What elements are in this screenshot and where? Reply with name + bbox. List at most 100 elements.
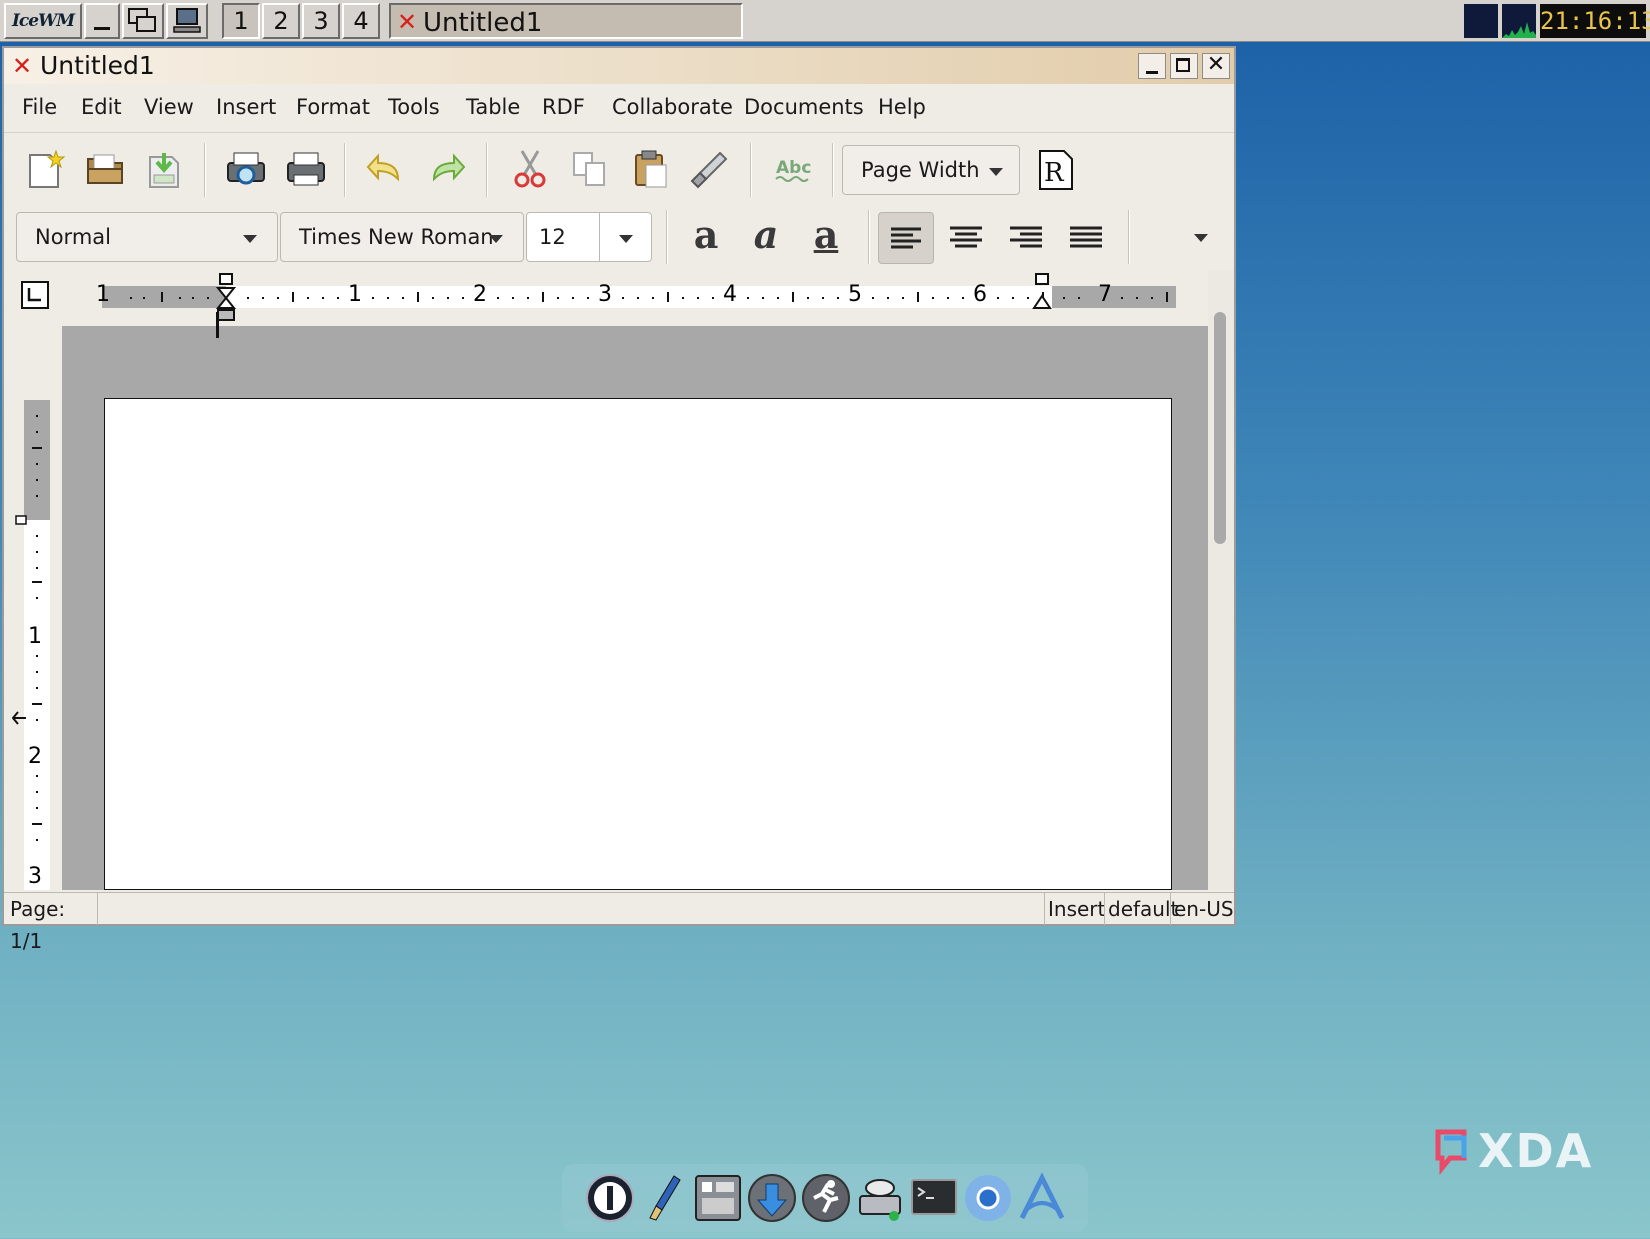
document-area[interactable]: 1 1 2 3 4 5 6 7 1 2 3 [11,270,1208,897]
menu-file[interactable]: File [22,92,57,122]
toolbar-separator [204,143,206,197]
font-size-value[interactable]: 12 [539,225,566,249]
ruler-label: 1 [348,282,362,307]
minimize-icon [94,27,110,30]
window-titlebar[interactable]: ✕ Untitled1 ✕ [4,48,1234,84]
font-size-combo[interactable]: 12 [526,212,652,262]
menu-bar: File Edit View Insert Format Tools Table… [4,84,1234,132]
paint-brush-icon[interactable] [638,1172,690,1224]
style-dropdown[interactable]: Normal [16,212,278,262]
maximize-icon [1176,58,1190,72]
undo-icon[interactable] [364,147,408,191]
toolbar-separator [750,143,752,197]
save-icon[interactable] [142,147,186,191]
align-center-button[interactable] [938,212,994,264]
task-title: Untitled1 [423,8,543,38]
ruler-label: 3 [598,282,612,307]
redo-icon[interactable] [424,147,468,191]
workspace-3-button[interactable]: 3 [302,3,340,39]
chevron-down-icon[interactable] [619,235,633,243]
menu-insert[interactable]: Insert [216,92,276,122]
bold-icon: a [693,212,719,257]
justify-icon [1070,226,1102,248]
cpu-monitor-icon[interactable] [1502,4,1536,38]
zoom-dropdown[interactable]: Page Width [842,145,1020,195]
italic-button[interactable]: a [738,210,794,264]
vertical-ruler-scale [11,400,50,897]
window-list-button[interactable] [122,3,164,39]
ruler-label: 2 [28,744,42,769]
menu-help[interactable]: Help [878,92,926,122]
print-preview-icon[interactable] [224,147,268,191]
paste-icon[interactable] [628,147,672,191]
ruler-label: 1 [96,282,110,307]
clock[interactable]: 21:16:13 [1540,4,1650,38]
bold-button[interactable]: a [678,210,734,264]
status-mode[interactable]: Insert [1044,893,1105,925]
menu-view[interactable]: View [144,92,194,122]
style-value: Normal [35,225,111,249]
justify-button[interactable] [1058,212,1114,264]
1password-icon[interactable] [584,1172,636,1224]
format-toolbar: Normal Times New Roman 12 a a a [4,204,1234,270]
toolbar-overflow-chevron-icon[interactable] [1194,234,1208,242]
toolbar-separator [486,143,488,197]
status-style: default [1104,893,1178,925]
open-folder-icon[interactable] [84,147,128,191]
maximize-button[interactable] [1170,53,1198,79]
format-painter-icon[interactable] [688,147,732,191]
minimize-button[interactable] [1138,53,1166,79]
document-page[interactable] [104,398,1172,890]
new-document-icon[interactable] [24,147,68,191]
minimize-all-button[interactable] [84,3,120,39]
menu-collaborate[interactable]: Collaborate [612,92,733,122]
align-left-icon [891,227,921,249]
runner-icon[interactable] [800,1172,852,1224]
abiword-app-icon: ✕ [12,52,33,80]
workspace-2-button[interactable]: 2 [262,3,300,39]
calculator-icon[interactable] [692,1172,744,1224]
arc-icon[interactable] [1016,1172,1068,1224]
taskbar-task-untitled1[interactable]: ✕ Untitled1 [389,3,743,39]
align-right-button[interactable] [998,212,1054,264]
disk-utility-icon[interactable] [854,1172,906,1224]
menu-tools[interactable]: Tools [388,92,440,122]
print-icon[interactable] [284,147,328,191]
align-center-icon [950,226,982,248]
start-menu-button[interactable]: IceWM [4,3,82,39]
menu-table[interactable]: Table [466,92,520,122]
chevron-down-icon [489,235,503,243]
vertical-ruler[interactable]: 1 2 3 [11,326,62,897]
terminal-icon[interactable] [908,1172,960,1224]
xda-logo-icon [1435,1129,1467,1176]
spellcheck-icon[interactable]: Abc [772,147,816,191]
cut-icon[interactable] [508,147,552,191]
align-left-button[interactable] [878,212,934,264]
copy-icon[interactable] [568,147,612,191]
revisions-icon[interactable]: R [1034,147,1078,191]
toolbar-separator [1128,210,1130,264]
font-dropdown[interactable]: Times New Roman [280,212,524,262]
workspace-4-button[interactable]: 4 [342,3,380,39]
menu-edit[interactable]: Edit [81,92,122,122]
scrollbar-thumb[interactable] [1214,312,1226,544]
horizontal-ruler[interactable]: 1 1 2 3 4 5 6 7 [12,270,1208,326]
chromium-icon[interactable] [962,1172,1014,1224]
show-desktop-button[interactable] [166,3,208,39]
taskbar: IceWM 1 2 3 4 ✕ Untitled1 21:16:13 [0,0,1650,42]
text-cursor [216,312,219,338]
menu-rdf[interactable]: RDF [542,92,585,122]
vertical-scrollbar[interactable] [1208,270,1234,890]
tray-mailbox-icon[interactable] [1464,4,1498,38]
ruler-label: 4 [723,282,737,307]
close-button[interactable]: ✕ [1202,53,1230,79]
italic-icon: a [753,212,779,257]
menu-documents[interactable]: Documents [744,92,864,122]
xda-watermark: XDA [1432,1124,1592,1180]
downloader-icon[interactable] [746,1172,798,1224]
underline-button[interactable]: a [798,210,854,264]
standard-toolbar: Abc Page Width R [4,132,1234,205]
menu-format[interactable]: Format [296,92,370,122]
workspace-1-button[interactable]: 1 [222,3,260,39]
window-title: Untitled1 [40,51,155,80]
